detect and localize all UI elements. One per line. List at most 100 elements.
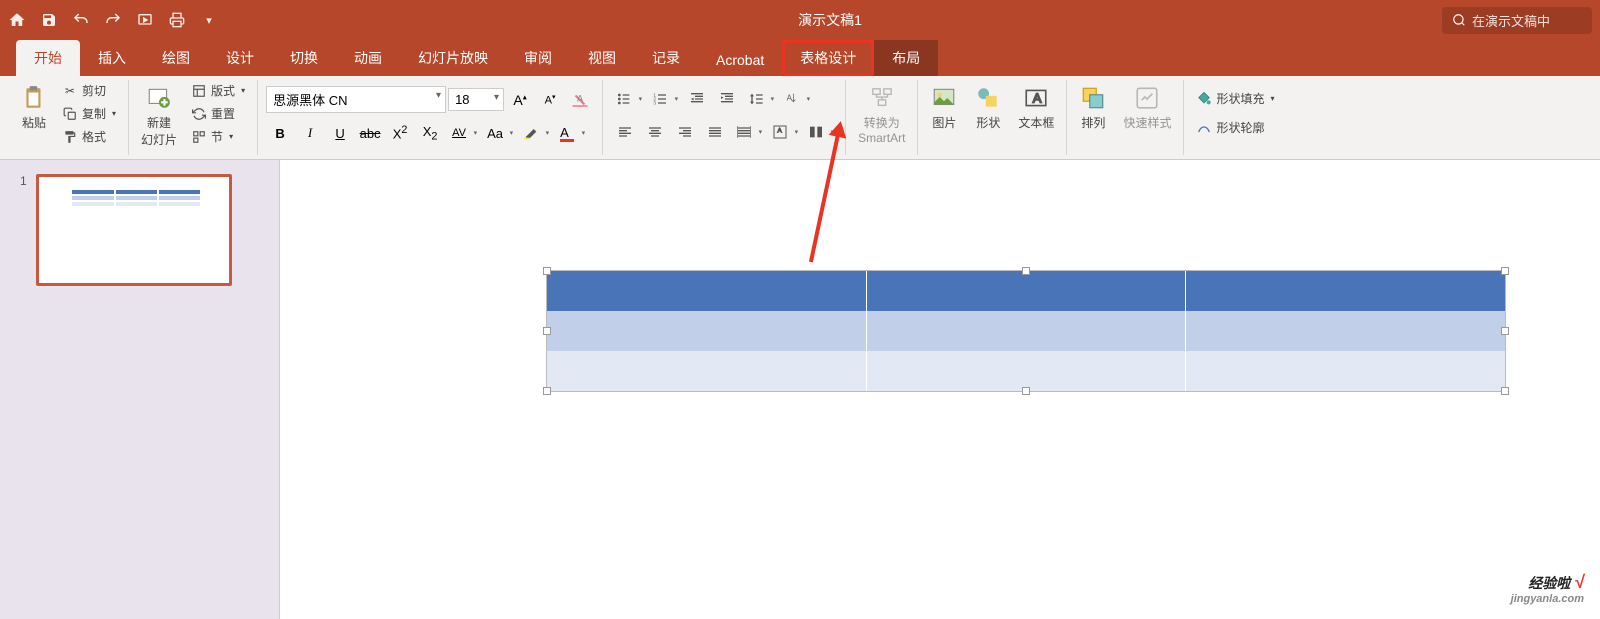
resize-handle-w[interactable] (543, 327, 551, 335)
decrease-indent-icon (689, 91, 705, 107)
new-slide-icon (145, 84, 173, 112)
table-row[interactable] (547, 271, 1505, 311)
copy-icon (62, 106, 78, 122)
tab-view[interactable]: 视图 (570, 40, 634, 76)
clear-format-button[interactable]: A (566, 87, 594, 113)
resize-handle-n[interactable] (1022, 267, 1030, 275)
tab-review[interactable]: 审阅 (506, 40, 570, 76)
table-cell[interactable] (547, 271, 867, 311)
textbox-button[interactable]: A文本框 (1014, 80, 1058, 135)
strikethrough-button[interactable]: abc (356, 120, 384, 146)
cut-button[interactable]: ✂剪切 (58, 80, 120, 101)
tab-table-design[interactable]: 表格设计 (782, 40, 874, 76)
customize-qat-icon[interactable]: ▾ (200, 11, 218, 29)
search-box[interactable]: 在演示文稿中 (1442, 7, 1592, 34)
table-cell[interactable] (547, 351, 867, 391)
tab-insert[interactable]: 插入 (80, 40, 144, 76)
font-family-select[interactable]: 思源黑体 CN (266, 86, 446, 113)
text-direction-button[interactable]: A (779, 86, 813, 112)
format-painter-button[interactable]: 格式 (58, 126, 120, 147)
slide-thumbnail-1[interactable] (36, 174, 232, 286)
slide-thumbnails-panel[interactable]: 1 (0, 160, 280, 619)
tab-acrobat[interactable]: Acrobat (698, 44, 782, 76)
undo-icon[interactable] (72, 11, 90, 29)
tab-slideshow[interactable]: 幻灯片放映 (400, 40, 506, 76)
bold-icon: B (275, 126, 284, 141)
shape-fill-button[interactable]: 形状填充▾ (1192, 88, 1278, 109)
resize-handle-e[interactable] (1501, 327, 1509, 335)
tab-transitions[interactable]: 切换 (272, 40, 336, 76)
table-cell[interactable] (1186, 271, 1505, 311)
align-text-button[interactable]: A (767, 119, 801, 145)
table-row[interactable] (547, 311, 1505, 351)
picture-button[interactable]: 图片 (926, 80, 962, 135)
align-left-button[interactable] (611, 119, 639, 145)
tab-animations[interactable]: 动画 (336, 40, 400, 76)
home-icon[interactable] (8, 11, 26, 29)
tab-home[interactable]: 开始 (16, 40, 80, 76)
increase-font-icon: A▴ (513, 92, 526, 108)
font-color-button[interactable]: A (554, 120, 588, 146)
layout-button[interactable]: 版式▾ (187, 80, 249, 101)
numbering-button[interactable]: 123 (647, 86, 681, 112)
slideshow-icon[interactable] (136, 11, 154, 29)
align-center-button[interactable] (641, 119, 669, 145)
convert-smartart-button[interactable]: 转换为 SmartArt (854, 80, 909, 149)
increase-font-button[interactable]: A▴ (506, 87, 534, 113)
decrease-font-button[interactable]: A▾ (536, 87, 564, 113)
resize-handle-se[interactable] (1501, 387, 1509, 395)
superscript-icon: X2 (393, 124, 408, 141)
quick-style-button[interactable]: 快速样式 (1119, 80, 1175, 135)
line-spacing-button[interactable] (743, 86, 777, 112)
underline-button[interactable]: U (326, 120, 354, 146)
distributed-button[interactable] (731, 119, 765, 145)
arrange-button[interactable]: 排列 (1075, 80, 1111, 135)
table-cell[interactable] (1186, 311, 1505, 351)
paragraph-group: 123 A A (603, 80, 846, 155)
tab-record[interactable]: 记录 (634, 40, 698, 76)
character-spacing-icon: AV (452, 127, 466, 139)
decrease-indent-button[interactable] (683, 86, 711, 112)
shape-outline-button[interactable]: 形状轮廓 (1192, 117, 1278, 138)
columns-button[interactable] (803, 119, 837, 145)
resize-handle-sw[interactable] (543, 387, 551, 395)
save-icon[interactable] (40, 11, 58, 29)
table-cell[interactable] (867, 351, 1187, 391)
tab-draw[interactable]: 绘图 (144, 40, 208, 76)
slide-canvas[interactable] (280, 160, 1600, 619)
table-cell[interactable] (547, 311, 867, 351)
table-row[interactable] (547, 351, 1505, 391)
highlight-button[interactable] (518, 120, 552, 146)
redo-icon[interactable] (104, 11, 122, 29)
bullets-button[interactable] (611, 86, 645, 112)
copy-button[interactable]: 复制▾ (58, 103, 120, 124)
tab-design[interactable]: 设计 (208, 40, 272, 76)
change-case-button[interactable]: Aa (482, 120, 516, 146)
shapes-button[interactable]: 形状 (970, 80, 1006, 135)
table-cell[interactable] (867, 311, 1187, 351)
new-slide-button[interactable]: 新建 幻灯片 (137, 80, 181, 152)
font-size-select[interactable]: 18 (448, 88, 504, 111)
selected-table[interactable] (546, 270, 1506, 392)
resize-handle-s[interactable] (1022, 387, 1030, 395)
subscript-button[interactable]: X2 (416, 120, 444, 146)
print-icon[interactable] (168, 11, 186, 29)
character-spacing-button[interactable]: AV (446, 120, 480, 146)
tab-layout[interactable]: 布局 (874, 40, 938, 76)
resize-handle-nw[interactable] (543, 267, 551, 275)
bold-button[interactable]: B (266, 120, 294, 146)
paste-button[interactable]: 粘贴 (16, 80, 52, 147)
shape-outline-icon (1196, 120, 1212, 136)
resize-handle-ne[interactable] (1501, 267, 1509, 275)
increase-indent-button[interactable] (713, 86, 741, 112)
insert-group: 图片 形状 A文本框 (918, 80, 1067, 155)
table-cell[interactable] (867, 271, 1187, 311)
reset-button[interactable]: 重置 (187, 103, 249, 124)
align-right-button[interactable] (671, 119, 699, 145)
paste-label: 粘贴 (22, 114, 46, 131)
italic-button[interactable]: I (296, 120, 324, 146)
justify-button[interactable] (701, 119, 729, 145)
section-button[interactable]: 节▾ (187, 126, 249, 147)
superscript-button[interactable]: X2 (386, 120, 414, 146)
table-cell[interactable] (1186, 351, 1505, 391)
